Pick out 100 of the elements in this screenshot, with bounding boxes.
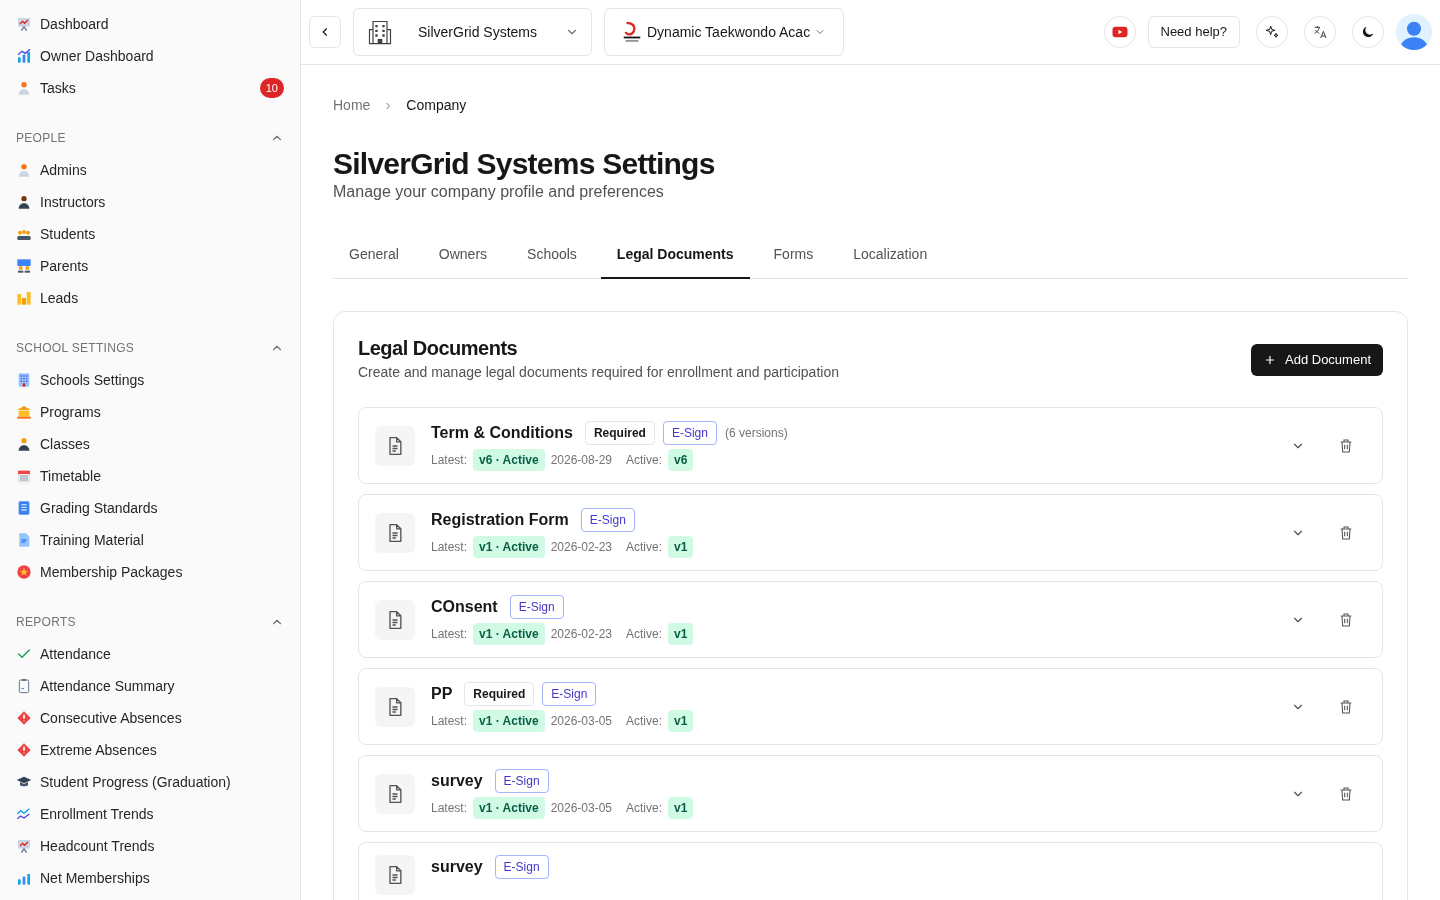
sidebar-item[interactable]: Attendance Summary [16,670,284,702]
sidebar-item[interactable]: Membership Packages [16,556,284,588]
person-icon [16,80,32,96]
bar-chart-icon [16,48,32,64]
trash-icon [1338,437,1354,454]
sidebar-item[interactable]: Training Material [16,524,284,556]
document-date: 2026-08-29 [550,451,612,469]
chart-board-icon [16,16,32,32]
tab[interactable]: Forms [757,244,830,279]
clipboard-icon [16,678,32,694]
latest-label: Latest: [431,712,468,730]
sidebar-item[interactable]: Grading Standards [16,492,284,524]
breadcrumb-link[interactable]: Home [333,95,371,116]
bar-chart-icon [16,290,32,306]
version-tag: v1 [668,622,694,645]
sidebar-item[interactable]: Extreme Absences [16,734,284,766]
sparkle-icon [1264,24,1280,40]
required-tag: Required [584,420,655,445]
version-tag: v1 · Active [473,709,545,732]
count-badge: 10 [259,78,284,98]
sidebar-item[interactable]: Tasks 10 [16,72,284,104]
sidebar-item[interactable]: Owner Dashboard [16,40,284,72]
document-title: survey [431,770,483,791]
company-select[interactable]: SilverGrid Systems [353,8,592,56]
sidebar-item[interactable]: Parents [16,250,284,282]
sidebar-item[interactable]: Admins [16,154,284,186]
sidebar-item[interactable]: Dashboard [16,8,284,40]
tab[interactable]: General [333,244,415,279]
avatar-button[interactable] [1396,14,1432,50]
esign-tag: E-Sign [509,594,564,619]
active-label: Active: [626,625,663,643]
warning-icon [16,742,32,758]
family-icon [16,258,32,274]
tab[interactable]: Localization [837,244,944,279]
tab[interactable]: Owners [422,244,504,279]
active-label: Active: [626,799,663,817]
sidebar-item[interactable]: Students [16,218,284,250]
chart-board-icon [16,838,32,854]
active-label: Active: [626,451,663,469]
school-select[interactable]: Dynamic Taekwondo Acac [604,8,844,56]
document-date: 2026-03-05 [550,712,612,730]
person-icon [16,194,32,210]
bank-icon [16,404,32,420]
help-button[interactable]: Need help? [1147,16,1240,48]
document-title: survey [431,857,483,877]
document-date: 2026-03-05 [550,799,612,817]
tab[interactable]: Legal Documents [600,244,750,279]
esign-tag: E-Sign [494,855,549,879]
version-tag: v6 [668,448,694,471]
trash-icon [1338,524,1354,541]
section-heading: PEOPLE [16,130,66,147]
tab[interactable]: Schools [511,244,593,279]
person-icon [16,162,32,178]
esign-tag: E-Sign [662,420,717,445]
latest-label: Latest: [431,451,468,469]
document-title: Registration Form [431,509,569,530]
star-badge-icon [16,564,32,580]
sidebar-item[interactable]: Leads [16,282,284,314]
panel-description: Create and manage legal documents required for enrollment and participation [358,363,839,382]
trash-icon [1338,785,1354,802]
document-title: COnsent [431,596,498,617]
version-tag: v1 [668,796,694,819]
document-icon [16,532,32,548]
version-tag: v1 [668,535,694,558]
sidebar-item[interactable]: Net Memberships [16,862,284,894]
calendar-icon [16,468,32,484]
latest-label: Latest: [431,799,468,817]
trend-icon [16,806,32,822]
trash-icon [1338,611,1354,628]
sidebar-item[interactable]: Headcount Trends [16,830,284,862]
sidebar-item[interactable]: Classes [16,428,284,460]
book-icon [16,500,32,516]
emblem-icon [621,21,643,43]
add-document-button[interactable]: Add Document [1251,343,1383,376]
sidebar-item[interactable]: Consecutive Absences [16,702,284,734]
trash-icon [1338,698,1354,715]
sidebar-item[interactable]: Schools Settings [16,364,284,396]
person-icon [16,436,32,452]
moon-icon [1360,24,1376,40]
sidebar-item[interactable]: Attendance [16,638,284,670]
document-date: 2026-02-23 [550,538,612,556]
version-tag: v1 · Active [473,796,545,819]
section-heading: REPORTS [16,614,76,631]
sidebar-item[interactable]: Enrollment Trends [16,798,284,830]
version-tag: v1 [668,709,694,732]
sidebar-item[interactable]: Programs [16,396,284,428]
latest-label: Latest: [431,625,468,643]
document-title: PP [431,683,453,704]
sidebar-item[interactable]: Student Progress (Graduation) [16,766,284,798]
required-tag: Required [464,681,535,706]
sidebar-item[interactable]: Timetable [16,460,284,492]
active-label: Active: [626,712,663,730]
sidebar-item[interactable]: Instructors [16,186,284,218]
active-label: Active: [626,538,663,556]
panel-title: Legal Documents [358,336,519,360]
breadcrumb-current[interactable]: Company [406,95,467,116]
document-title: Term & Conditions [431,422,573,443]
version-tag: v1 · Active [473,535,545,558]
version-count: (6 versions) [724,424,788,442]
section-heading: SCHOOL SETTINGS [16,340,135,357]
